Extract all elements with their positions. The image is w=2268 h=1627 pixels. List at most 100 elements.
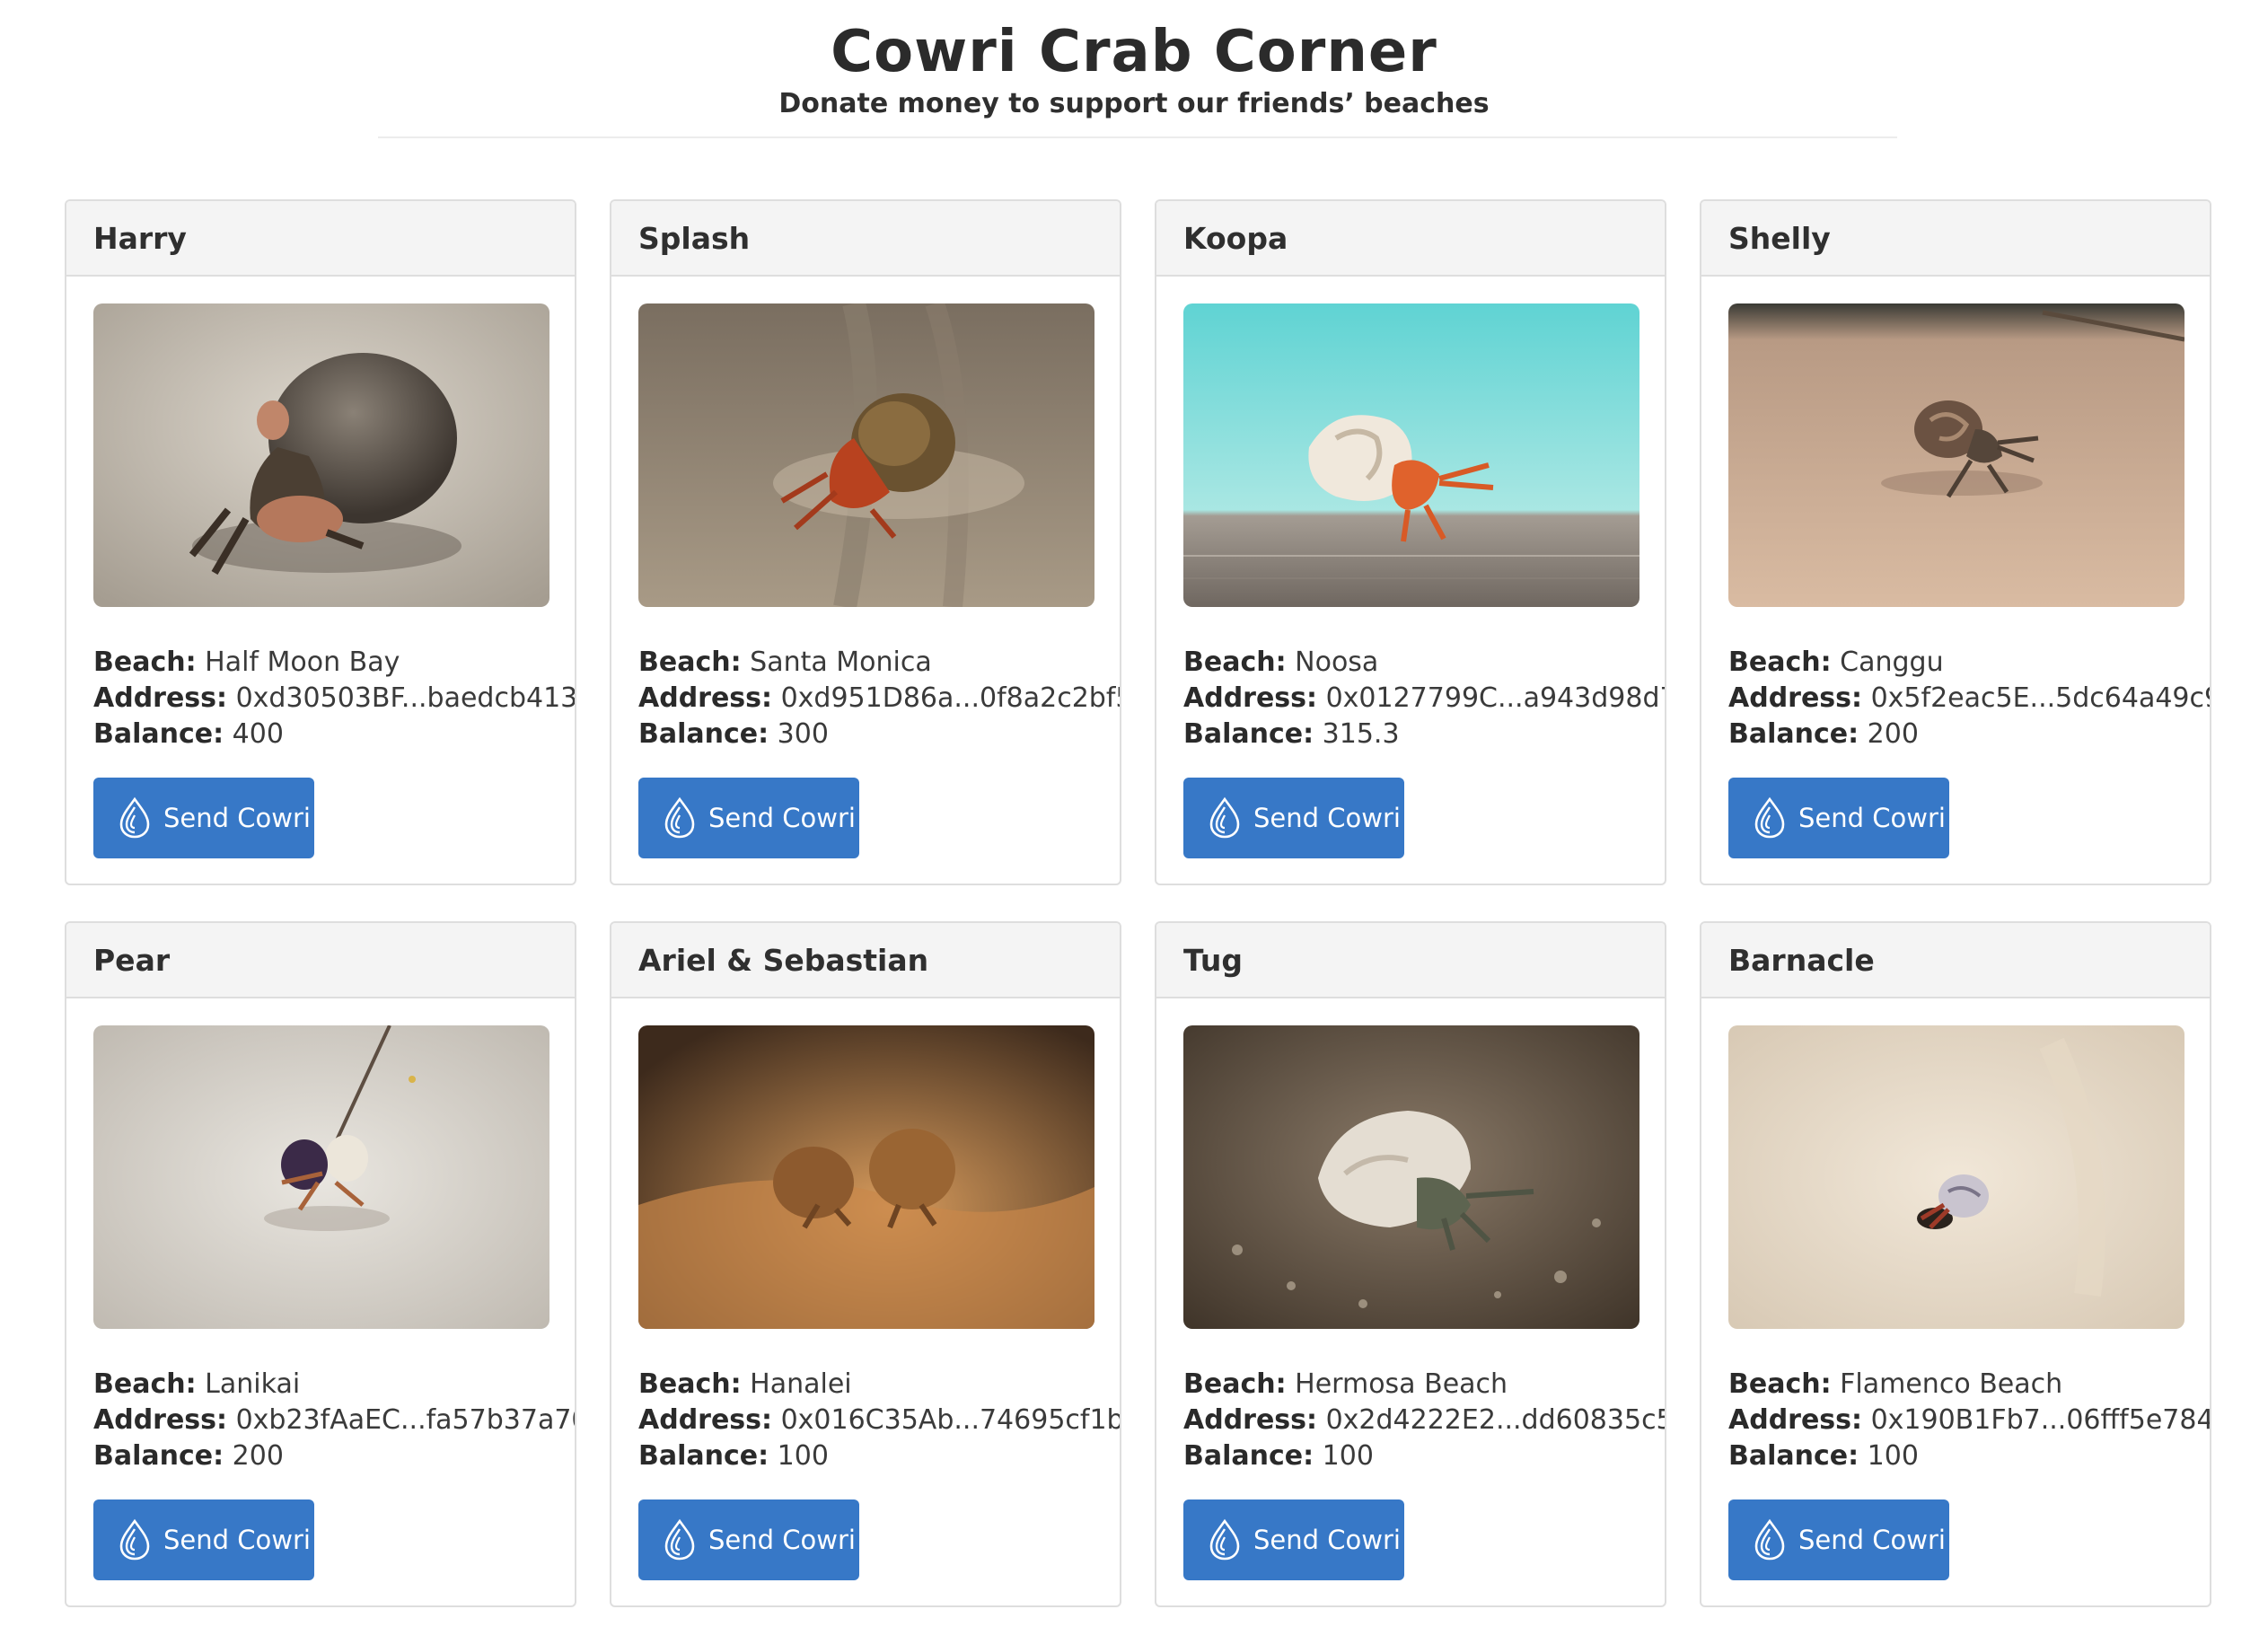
- card-title: Barnacle: [1701, 923, 2210, 998]
- hermit-crab-image: [638, 303, 1094, 607]
- crab-photo: [93, 1025, 549, 1329]
- cowri-drop-icon: [664, 1518, 695, 1561]
- card-title: Harry: [66, 201, 575, 277]
- address-label: Address:: [1183, 1404, 1318, 1436]
- crab-info: Beach: Noosa Address: 0x0127799C...a943d…: [1183, 645, 1665, 752]
- crab-info: Beach: Half Moon Bay Address: 0xd30503BF…: [93, 645, 575, 752]
- beach-label: Beach:: [1728, 646, 1832, 678]
- send-button-label: Send Cowri: [163, 1525, 311, 1555]
- balance-label: Balance:: [93, 718, 224, 750]
- cowri-drop-icon: [1754, 796, 1785, 839]
- balance-value: 100: [1322, 1440, 1374, 1472]
- address-label: Address:: [1183, 682, 1318, 714]
- send-cowri-button[interactable]: Send Cowri: [93, 778, 314, 858]
- crab-photo: [1728, 303, 2184, 607]
- crab-card: Ariel & Sebastian Beach: Hanalei Address…: [610, 921, 1121, 1607]
- crab-card: Pear Beach: Lanikai Address: 0xb23fAaEC.…: [65, 921, 576, 1607]
- hermit-crab-image: [638, 1025, 1094, 1329]
- beach-value: Hanalei: [750, 1368, 852, 1400]
- balance-label: Balance:: [1728, 718, 1859, 750]
- crab-info: Beach: Santa Monica Address: 0xd951D86a.…: [638, 645, 1120, 752]
- cowri-drop-icon: [1209, 1518, 1240, 1561]
- beach-label: Beach:: [638, 646, 742, 678]
- send-button-label: Send Cowri: [1798, 1525, 1946, 1555]
- card-title: Tug: [1156, 923, 1665, 998]
- send-button-label: Send Cowri: [708, 803, 856, 833]
- send-button-label: Send Cowri: [1253, 803, 1401, 833]
- crab-photo: [638, 303, 1094, 607]
- address-label: Address:: [638, 1404, 773, 1436]
- address-value: 0xb23fAaEC...fa57b37a70: [235, 1404, 576, 1436]
- balance-label: Balance:: [1183, 718, 1314, 750]
- balance-label: Balance:: [638, 718, 769, 750]
- balance-label: Balance:: [638, 1440, 769, 1472]
- crab-card-grid: Harry Beach: Half Moon Bay Address: 0xd3…: [65, 199, 2212, 1607]
- card-title: Ariel & Sebastian: [611, 923, 1120, 998]
- crab-info: Beach: Canggu Address: 0x5f2eac5E...5dc6…: [1728, 645, 2210, 752]
- crab-info: Beach: Flamenco Beach Address: 0x190B1Fb…: [1728, 1367, 2210, 1474]
- send-cowri-button[interactable]: Send Cowri: [93, 1499, 314, 1580]
- crab-photo: [93, 303, 549, 607]
- send-cowri-button[interactable]: Send Cowri: [1728, 1499, 1949, 1580]
- beach-value: Santa Monica: [750, 646, 932, 678]
- card-title: Splash: [611, 201, 1120, 277]
- address-value: 0xd30503BF...baedcb413e: [235, 682, 576, 714]
- address-value: 0x5f2eac5E...5dc64a49c9: [1870, 682, 2211, 714]
- address-value: 0x190B1Fb7...06fff5e784: [1870, 1404, 2211, 1436]
- beach-value: Canggu: [1840, 646, 1944, 678]
- balance-value: 200: [232, 1440, 284, 1472]
- balance-label: Balance:: [1728, 1440, 1859, 1472]
- address-value: 0xd951D86a...0f8a2c2bf5: [780, 682, 1121, 714]
- beach-label: Beach:: [1728, 1368, 1832, 1400]
- address-label: Address:: [93, 682, 228, 714]
- beach-value: Lanikai: [205, 1368, 301, 1400]
- send-cowri-button[interactable]: Send Cowri: [1183, 778, 1404, 858]
- address-label: Address:: [93, 1404, 228, 1436]
- cowri-drop-icon: [1754, 1518, 1785, 1561]
- page-title: Cowri Crab Corner: [831, 19, 1437, 85]
- crab-card: Koopa Beach: Noosa Address: 0x0127799C..…: [1155, 199, 1666, 885]
- address-label: Address:: [638, 682, 773, 714]
- hermit-crab-image: [1728, 303, 2184, 607]
- hermit-crab-image: [93, 303, 549, 607]
- hermit-crab-image: [93, 1025, 549, 1329]
- send-cowri-button[interactable]: Send Cowri: [1728, 778, 1949, 858]
- balance-value: 200: [1867, 718, 1919, 750]
- balance-label: Balance:: [1183, 1440, 1314, 1472]
- page-subtitle: Donate money to support our friends’ bea…: [778, 88, 1490, 119]
- cowri-drop-icon: [119, 1518, 150, 1561]
- cowri-drop-icon: [664, 796, 695, 839]
- beach-value: Half Moon Bay: [205, 646, 400, 678]
- balance-value: 315.3: [1322, 718, 1400, 750]
- send-button-label: Send Cowri: [1253, 1525, 1401, 1555]
- send-button-label: Send Cowri: [163, 803, 311, 833]
- crab-info: Beach: Hermosa Beach Address: 0x2d4222E2…: [1183, 1367, 1665, 1474]
- beach-label: Beach:: [93, 1368, 197, 1400]
- crab-photo: [1728, 1025, 2184, 1329]
- balance-value: 100: [1867, 1440, 1919, 1472]
- crab-card: Shelly Beach: Canggu Address: 0x5f2eac5E…: [1700, 199, 2211, 885]
- crab-photo: [1183, 303, 1639, 607]
- address-label: Address:: [1728, 682, 1863, 714]
- address-label: Address:: [1728, 1404, 1863, 1436]
- hermit-crab-image: [1183, 303, 1639, 607]
- crab-info: Beach: Hanalei Address: 0x016C35Ab...746…: [638, 1367, 1120, 1474]
- card-title: Shelly: [1701, 201, 2210, 277]
- balance-label: Balance:: [93, 1440, 224, 1472]
- header-divider: [378, 136, 1897, 138]
- send-cowri-button[interactable]: Send Cowri: [1183, 1499, 1404, 1580]
- crab-card: Harry Beach: Half Moon Bay Address: 0xd3…: [65, 199, 576, 885]
- send-button-label: Send Cowri: [708, 1525, 856, 1555]
- balance-value: 300: [777, 718, 829, 750]
- beach-value: Noosa: [1295, 646, 1379, 678]
- send-cowri-button[interactable]: Send Cowri: [638, 1499, 859, 1580]
- balance-value: 100: [777, 1440, 829, 1472]
- card-title: Koopa: [1156, 201, 1665, 277]
- beach-label: Beach:: [638, 1368, 742, 1400]
- send-cowri-button[interactable]: Send Cowri: [638, 778, 859, 858]
- card-title: Pear: [66, 923, 575, 998]
- crab-card: Splash Beach: Santa Monica Address: 0xd9…: [610, 199, 1121, 885]
- beach-value: Flamenco Beach: [1840, 1368, 2063, 1400]
- crab-photo: [638, 1025, 1094, 1329]
- beach-label: Beach:: [1183, 1368, 1287, 1400]
